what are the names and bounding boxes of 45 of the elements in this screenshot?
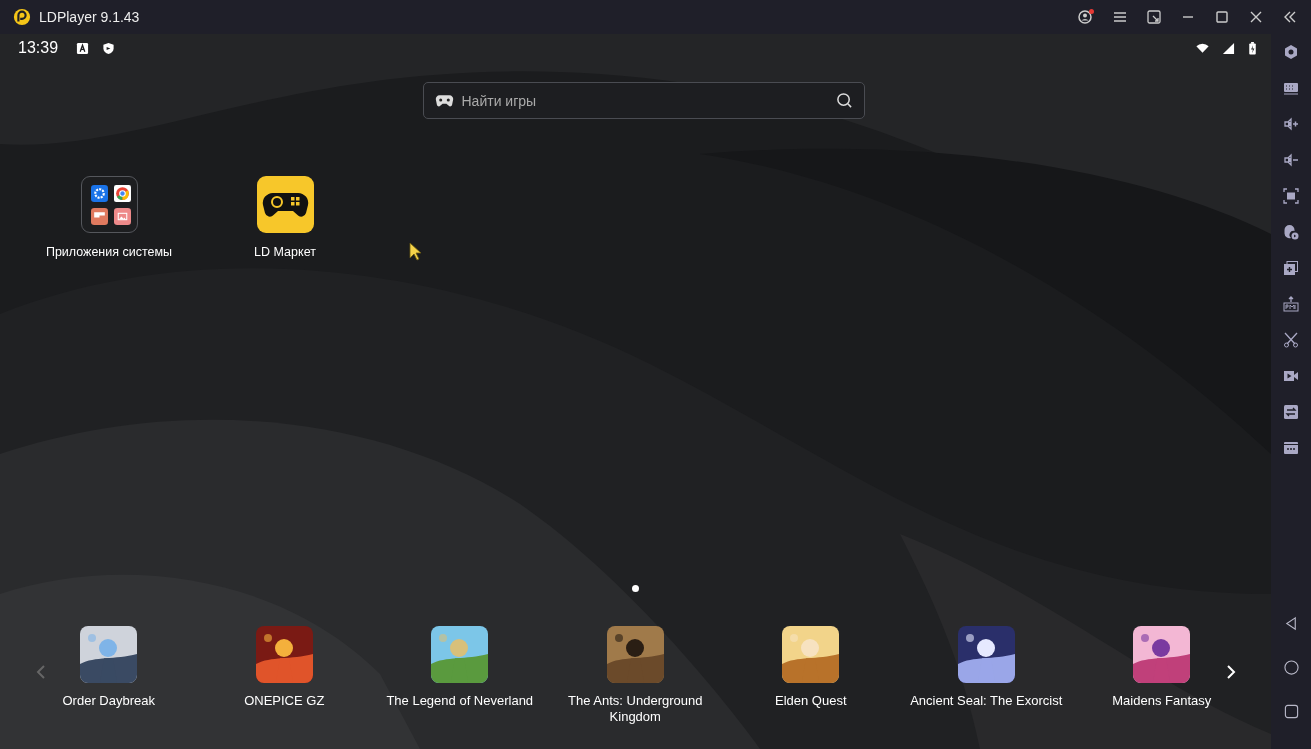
game-label: Maidens Fantasy — [1111, 693, 1213, 709]
app-logo-icon — [13, 8, 31, 26]
keyboard-icon[interactable] — [1283, 80, 1299, 96]
file-manager-icon — [90, 207, 108, 225]
volume-up-icon[interactable] — [1283, 116, 1299, 132]
keyboard-status-icon — [76, 41, 90, 55]
app-label: Приложения системы — [45, 245, 173, 259]
game-label: ONEPICE GZ — [243, 693, 326, 709]
battery-icon — [1248, 41, 1257, 55]
cursor-icon — [409, 242, 423, 262]
sync-icon[interactable] — [1283, 404, 1299, 420]
game-label: Elden Quest — [773, 693, 848, 709]
game-label: Order Daybreak — [61, 693, 156, 709]
gamepad-app-icon[interactable] — [256, 176, 314, 233]
video-record-icon[interactable] — [1283, 368, 1299, 384]
app-label: LD Маркет — [254, 245, 316, 259]
chevron-right-icon[interactable] — [1226, 665, 1236, 679]
home-icon[interactable] — [1283, 660, 1299, 675]
shield-icon — [102, 41, 116, 55]
back-icon[interactable] — [1283, 616, 1299, 631]
game-label: The Legend of Neverland — [385, 693, 535, 709]
add-window-icon[interactable] — [1283, 260, 1299, 276]
fullscreen-icon[interactable] — [1283, 188, 1299, 204]
maximize-icon[interactable] — [1213, 8, 1231, 26]
gallery-icon — [113, 207, 131, 225]
gamepad-icon — [434, 94, 454, 108]
recent-apps-icon[interactable] — [1283, 704, 1299, 719]
account-icon[interactable] — [1077, 8, 1095, 26]
settings-icon — [90, 184, 108, 202]
settings-icon[interactable] — [1283, 44, 1299, 60]
app-folder[interactable] — [80, 176, 138, 233]
search-field[interactable]: Найти игры — [422, 82, 865, 119]
page-indicator-dot[interactable] — [632, 585, 639, 592]
more-icon[interactable] — [1283, 440, 1299, 456]
search-icon[interactable] — [835, 92, 853, 109]
volume-down-icon[interactable] — [1283, 152, 1299, 168]
game-label: Ancient Seal: The Exorcist — [909, 693, 1064, 709]
browser-icon — [113, 184, 131, 202]
clock: 13:39 — [18, 39, 59, 57]
window-mode-icon[interactable] — [1145, 8, 1163, 26]
window-title: LDPlayer 9.1.43 — [39, 9, 140, 25]
scissors-icon[interactable] — [1283, 332, 1299, 348]
game-label: The Ants: Underground Kingdom — [567, 693, 704, 725]
wifi-icon — [1196, 41, 1209, 55]
signal-icon — [1222, 41, 1235, 55]
